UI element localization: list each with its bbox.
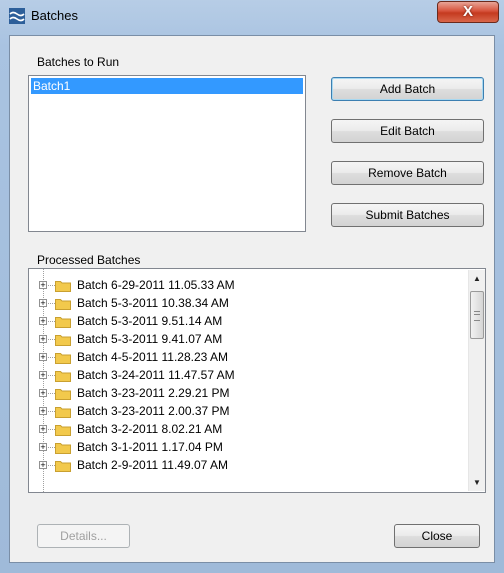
tree-row[interactable]: + Batch 5-3-2011 9.41.07 AM [29,331,459,349]
tree-row-label: Batch 3-23-2011 2.00.37 PM [77,404,230,418]
tree-connector [48,465,55,466]
folder-icon [55,317,71,328]
wave-icon [9,8,25,24]
tree-connector [48,375,55,376]
tree-connector [48,447,55,448]
add-batch-button[interactable]: Add Batch [331,77,484,101]
expand-icon[interactable]: + [39,461,47,470]
processed-batches-label: Processed Batches [37,253,141,267]
list-item-label: Batch1 [33,79,71,93]
batches-to-run-label: Batches to Run [37,55,120,69]
scroll-down-arrow-icon[interactable]: ▼ [469,474,485,491]
tree-row-label: Batch 3-1-2011 1.17.04 PM [77,440,223,454]
tree-row-label: Batch 5-3-2011 10.38.34 AM [77,296,229,310]
tree-row[interactable]: + Batch 6-29-2011 11.05.33 AM [29,277,459,295]
folder-icon [55,407,71,418]
edit-batch-button[interactable]: Edit Batch [331,119,484,143]
expand-icon[interactable]: + [39,281,47,290]
close-button[interactable]: Close [394,524,480,548]
tree-connector [48,393,55,394]
expand-icon[interactable]: + [39,425,47,434]
vertical-scrollbar[interactable]: ▲ ▼ [468,270,485,491]
expand-icon[interactable]: + [39,371,47,380]
tree-row[interactable]: + Batch 3-23-2011 2.29.21 PM [29,385,459,403]
title-bar[interactable]: Batches X [0,0,504,34]
grip-icon [474,311,480,321]
tree-connector [48,339,55,340]
tree-row[interactable]: + Batch 3-2-2011 8.02.21 AM [29,421,459,439]
folder-icon [55,335,71,346]
tree-connector [48,303,55,304]
tree-row[interactable]: + Batch 3-24-2011 11.47.57 AM [29,367,459,385]
tree-connector [48,321,55,322]
expand-icon[interactable]: + [39,353,47,362]
tree-row-label: Batch 6-29-2011 11.05.33 AM [77,278,235,292]
folder-icon [55,371,71,382]
expand-icon[interactable]: + [39,407,47,416]
tree-row[interactable]: + Batch 5-3-2011 10.38.34 AM [29,295,459,313]
close-window-button[interactable]: X [437,1,499,23]
folder-icon [55,461,71,472]
folder-icon [55,299,71,310]
expand-icon[interactable]: + [39,335,47,344]
tree-row-label: Batch 4-5-2011 11.28.23 AM [77,350,228,364]
folder-icon [55,353,71,364]
expand-icon[interactable]: + [39,443,47,452]
expand-icon[interactable]: + [39,317,47,326]
tree-row[interactable]: + Batch 2-9-2011 11.49.07 AM [29,457,459,475]
tree-row[interactable]: + Batch 4-5-2011 11.28.23 AM [29,349,459,367]
tree-row-label: Batch 3-24-2011 11.47.57 AM [77,368,235,382]
tree-row-label: Batch 3-2-2011 8.02.21 AM [77,422,223,436]
batches-window: Batches X Batches to Run Batch1 Add Batc… [0,0,504,573]
expand-icon[interactable]: + [39,389,47,398]
folder-icon [55,389,71,400]
tree-row-label: Batch 3-23-2011 2.29.21 PM [77,386,230,400]
processed-batches-tree[interactable]: + Batch 6-29-2011 11.05.33 AM + Batch 5-… [28,268,486,493]
folder-icon [55,425,71,436]
remove-batch-button[interactable]: Remove Batch [331,161,484,185]
tree-row-label: Batch 2-9-2011 11.49.07 AM [77,458,228,472]
tree-connector [48,411,55,412]
submit-batches-button[interactable]: Submit Batches [331,203,484,227]
details-button[interactable]: Details... [37,524,130,548]
scroll-thumb[interactable] [470,291,484,339]
close-icon: X [462,3,473,20]
tree-connector [48,429,55,430]
tree-connector [48,357,55,358]
list-item[interactable]: Batch1 [31,78,303,94]
tree-connector [48,285,55,286]
tree-row[interactable]: + Batch 3-23-2011 2.00.37 PM [29,403,459,421]
expand-icon[interactable]: + [39,299,47,308]
folder-icon [55,443,71,454]
batches-to-run-list[interactable]: Batch1 [28,75,306,232]
scroll-up-arrow-icon[interactable]: ▲ [469,270,485,287]
tree-row-label: Batch 5-3-2011 9.41.07 AM [77,332,223,346]
tree-row[interactable]: + Batch 5-3-2011 9.51.14 AM [29,313,459,331]
window-title: Batches [31,8,78,23]
tree-row-label: Batch 5-3-2011 9.51.14 AM [77,314,223,328]
tree-row[interactable]: + Batch 3-1-2011 1.17.04 PM [29,439,459,457]
folder-icon [55,281,71,292]
